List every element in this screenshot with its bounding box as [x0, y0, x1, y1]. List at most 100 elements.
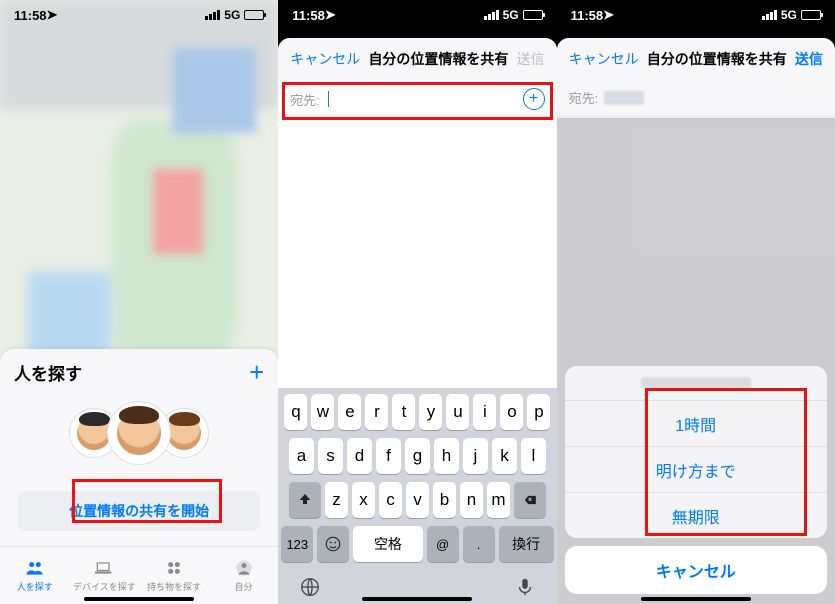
- network-label: 5G: [224, 8, 240, 22]
- home-indicator[interactable]: [84, 597, 194, 601]
- location-arrow-icon: ➤: [603, 7, 614, 23]
- tab-label: デバイスを探す: [73, 580, 136, 593]
- tab-bar: 人を探す デバイスを探す 持ち物を探す 自分: [0, 546, 278, 604]
- avatar-group: [0, 401, 278, 465]
- modal-title: 自分の位置情報を共有: [647, 49, 787, 69]
- status-bar: 11:58 ➤ 5G: [278, 0, 556, 30]
- tab-label: 持ち物を探す: [147, 580, 201, 593]
- recipient-row[interactable]: 宛先: +: [278, 80, 556, 118]
- tab-people[interactable]: 人を探す: [0, 547, 70, 604]
- to-label: 宛先:: [569, 88, 599, 107]
- duration-action-sheet: 1時間 明け方まで 無期限 キャンセル: [565, 366, 827, 594]
- share-modal: キャンセル 自分の位置情報を共有 送信 宛先: + qwertyuiop asd…: [278, 38, 556, 604]
- dot-key[interactable]: .: [463, 526, 495, 562]
- sheet-cancel-button[interactable]: キャンセル: [565, 546, 827, 594]
- emoji-icon: [324, 535, 342, 553]
- key-n[interactable]: n: [460, 482, 483, 518]
- me-icon: [233, 558, 255, 578]
- key-s[interactable]: s: [318, 438, 343, 474]
- modal-title: 自分の位置情報を共有: [368, 49, 508, 69]
- people-icon: [24, 558, 46, 578]
- recipient-row[interactable]: 宛先:: [557, 80, 835, 115]
- cancel-button[interactable]: キャンセル: [290, 49, 360, 69]
- key-h[interactable]: h: [434, 438, 459, 474]
- start-sharing-label: 位置情報の共有を開始: [69, 501, 209, 521]
- home-indicator[interactable]: [362, 597, 472, 601]
- send-button[interactable]: 送信: [517, 49, 545, 69]
- key-p[interactable]: p: [527, 394, 550, 430]
- status-bar: 11:58 ➤ 5G: [557, 0, 835, 30]
- recipient-input[interactable]: [329, 91, 523, 107]
- signal-icon: [762, 10, 777, 20]
- option-one-hour[interactable]: 1時間: [565, 400, 827, 446]
- key-t[interactable]: t: [392, 394, 415, 430]
- sheet-header-redacted: [565, 366, 827, 400]
- key-j[interactable]: j: [463, 438, 488, 474]
- key-l[interactable]: l: [521, 438, 546, 474]
- backspace-icon: [521, 493, 539, 507]
- return-key[interactable]: 換行: [499, 526, 554, 562]
- key-m[interactable]: m: [487, 482, 510, 518]
- devices-icon: [93, 558, 115, 578]
- screen-share-compose: 11:58 ➤ 5G キャンセル 自分の位置情報を共有 送信 宛先: + qwe…: [278, 0, 556, 604]
- key-f[interactable]: f: [376, 438, 401, 474]
- status-time: 11:58: [14, 8, 47, 23]
- key-x[interactable]: x: [352, 482, 375, 518]
- key-i[interactable]: i: [473, 394, 496, 430]
- network-label: 5G: [503, 8, 519, 22]
- send-button[interactable]: 送信: [795, 49, 823, 69]
- key-c[interactable]: c: [379, 482, 402, 518]
- to-label: 宛先:: [290, 90, 320, 109]
- recipient-redacted: [604, 91, 644, 105]
- key-k[interactable]: k: [492, 438, 517, 474]
- signal-icon: [484, 10, 499, 20]
- status-time: 11:58: [292, 8, 325, 23]
- avatar-self[interactable]: [107, 401, 171, 465]
- key-q[interactable]: q: [284, 394, 307, 430]
- key-u[interactable]: u: [446, 394, 469, 430]
- key-a[interactable]: a: [289, 438, 314, 474]
- key-g[interactable]: g: [405, 438, 430, 474]
- key-e[interactable]: e: [338, 394, 361, 430]
- keyboard: qwertyuiop asdfghjkl zxcvbnm 123 空格 @ .: [278, 388, 556, 604]
- key-d[interactable]: d: [347, 438, 372, 474]
- numbers-key[interactable]: 123: [281, 526, 313, 562]
- screen-share-duration: 11:58 ➤ 5G キャンセル 自分の位置情報を共有 送信 宛先: 1時間 明…: [557, 0, 835, 604]
- at-key[interactable]: @: [427, 526, 459, 562]
- signal-icon: [205, 10, 220, 20]
- space-key[interactable]: 空格: [353, 526, 422, 562]
- key-o[interactable]: o: [500, 394, 523, 430]
- key-r[interactable]: r: [365, 394, 388, 430]
- globe-icon[interactable]: [299, 576, 321, 598]
- status-bar: 11:58 ➤ 5G: [0, 0, 278, 30]
- key-b[interactable]: b: [433, 482, 456, 518]
- key-y[interactable]: y: [419, 394, 442, 430]
- modal-header: キャンセル 自分の位置情報を共有 送信: [278, 38, 556, 80]
- add-contact-button[interactable]: +: [523, 88, 545, 110]
- key-z[interactable]: z: [325, 482, 348, 518]
- tab-me[interactable]: 自分: [209, 547, 279, 604]
- network-label: 5G: [781, 8, 797, 22]
- tab-devices[interactable]: デバイスを探す: [70, 547, 140, 604]
- key-v[interactable]: v: [406, 482, 429, 518]
- tab-items[interactable]: 持ち物を探す: [139, 547, 209, 604]
- modal-header: キャンセル 自分の位置情報を共有 送信: [557, 38, 835, 80]
- start-sharing-button[interactable]: 位置情報の共有を開始: [18, 491, 260, 531]
- battery-icon: [523, 10, 543, 20]
- option-forever[interactable]: 無期限: [565, 492, 827, 538]
- option-until-morning[interactable]: 明け方まで: [565, 446, 827, 492]
- add-person-button[interactable]: +: [249, 359, 264, 385]
- home-indicator[interactable]: [641, 597, 751, 601]
- shift-key[interactable]: [289, 482, 321, 518]
- location-arrow-icon: ➤: [325, 7, 336, 23]
- shift-icon: [297, 492, 313, 508]
- emoji-key[interactable]: [317, 526, 349, 562]
- share-modal: キャンセル 自分の位置情報を共有 送信 宛先: 1時間 明け方まで 無期限 キャ…: [557, 38, 835, 604]
- backspace-key[interactable]: [514, 482, 546, 518]
- location-arrow-icon: ➤: [47, 7, 58, 23]
- cancel-button[interactable]: キャンセル: [569, 49, 639, 69]
- key-w[interactable]: w: [311, 394, 334, 430]
- battery-icon: [801, 10, 821, 20]
- tab-label: 自分: [235, 580, 253, 593]
- mic-icon[interactable]: [514, 576, 536, 598]
